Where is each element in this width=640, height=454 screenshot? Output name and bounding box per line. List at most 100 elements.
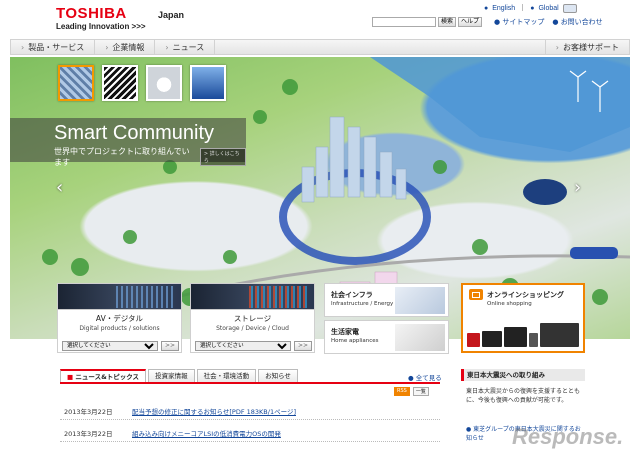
- shop-header: オンラインショッピング: [463, 285, 583, 300]
- tab-notices[interactable]: お知らせ: [258, 369, 298, 382]
- nav-item-company[interactable]: › 企業情報: [95, 40, 156, 54]
- news-title-link[interactable]: 配当予想の修正に関するお知らせ[PDF 183KB/1ページ]: [132, 406, 296, 416]
- global-link[interactable]: Global: [538, 5, 558, 12]
- carousel-thumb-3[interactable]: [146, 65, 182, 101]
- tab-label: ニュース&トピックス: [75, 373, 140, 381]
- category-select-row: 選択してください >>: [195, 341, 312, 351]
- nav-label: お客様サポート: [563, 42, 619, 52]
- chevron-right-icon: ›: [555, 42, 559, 52]
- news-date: 2013年3月22日: [64, 429, 113, 438]
- infra-image: [395, 287, 445, 314]
- news-title-link[interactable]: 組み込み向けメニーコアLSIの低消費電力OSの開発: [132, 428, 281, 438]
- nav-label: ニュース: [172, 42, 205, 52]
- hero-more-link[interactable]: > 詳しくはこちら: [199, 148, 246, 166]
- tab-label: お知らせ: [265, 372, 291, 380]
- news-feed-controls: RSS 一覧: [394, 387, 429, 396]
- category-banner: [191, 284, 314, 310]
- global-nav: › 製品・サービス › 企業情報 › ニュース › お客様サポート: [10, 39, 630, 55]
- cart-icon: [469, 289, 483, 300]
- shop-title: オンラインショッピング: [487, 290, 564, 299]
- nav-label: 企業情報: [112, 42, 145, 52]
- search-input[interactable]: [372, 17, 436, 27]
- separator: ｜: [519, 5, 527, 12]
- category-subtitle: Digital products / solutions: [79, 325, 160, 332]
- utility-links: ● サイトマップ ● お問い合わせ: [494, 17, 603, 27]
- category-select-row: 選択してください >>: [62, 341, 179, 351]
- news-item: 2013年3月22日 組み込み向けメニーコアLSIの低消費電力OSの開発: [60, 424, 440, 442]
- product-icon: [467, 333, 481, 347]
- carousel-thumbnails: [58, 65, 226, 101]
- category-home-appliances[interactable]: 生活家電 Home appliances: [324, 320, 449, 354]
- english-link[interactable]: English: [492, 5, 515, 12]
- category-title: ストレージ: [233, 314, 272, 323]
- language-switcher: ● English ｜ ● Global: [484, 3, 577, 13]
- site-header: TOSHIBA Leading Innovation >>> Japan ● E…: [0, 0, 640, 38]
- chevron-right-icon: ›: [105, 42, 109, 52]
- home-appliances-image: [395, 324, 445, 351]
- region-label: Japan: [158, 10, 185, 20]
- arrow-bullet-icon: ●: [552, 18, 561, 26]
- news-date: 2013年3月22日: [64, 407, 113, 416]
- category-infrastructure[interactable]: 社会インフラ Infrastructure / Energy: [324, 283, 449, 317]
- earthquake-section-text: 東日本大震災からの復興を支援するとともに、今後も復興への貢献が可能です。: [466, 388, 581, 404]
- hero-subtitle-row: 世界中でプロジェクトに取り組んでいます > 詳しくはこちら: [54, 146, 246, 168]
- nav-item-news[interactable]: › ニュース: [155, 40, 216, 54]
- av-banner-image: [116, 286, 176, 308]
- contact-label: お問い合わせ: [560, 18, 603, 26]
- nav-item-support[interactable]: › お客様サポート: [544, 40, 629, 54]
- sitemap-link[interactable]: ● サイトマップ: [494, 17, 544, 27]
- category-av-digital[interactable]: AV・デジタル Digital products / solutions 選択し…: [57, 283, 182, 353]
- shop-products-image: [467, 313, 579, 347]
- category-storage[interactable]: ストレージ Storage / Device / Cloud 選択してください …: [190, 283, 315, 353]
- product-icon: [528, 333, 539, 347]
- carousel-prev-icon[interactable]: ‹: [56, 177, 63, 198]
- storage-category-select[interactable]: 選択してください: [195, 341, 291, 351]
- tab-label: 投資家情報: [155, 372, 188, 380]
- arrow-bullet-icon: ●: [408, 374, 416, 382]
- toshiba-logo[interactable]: TOSHIBA Leading Innovation >>>: [56, 5, 146, 31]
- hero-caption: Smart Community 世界中でプロジェクトに取り組んでいます > 詳し…: [10, 118, 246, 167]
- carousel-thumb-2[interactable]: [102, 65, 138, 101]
- product-icon: [482, 331, 502, 347]
- news-tabs: ■ ニュース&トピックス 投資家情報 社会・環境活動 お知らせ: [60, 369, 298, 382]
- brand-tagline: Leading Innovation >>>: [56, 22, 146, 31]
- av-go-button[interactable]: >>: [161, 341, 179, 351]
- carousel-next-icon[interactable]: ›: [574, 177, 581, 198]
- list-button[interactable]: 一覧: [412, 387, 429, 396]
- tab-investors[interactable]: 投資家情報: [148, 369, 195, 382]
- news-divider: [60, 382, 440, 384]
- nav-item-products[interactable]: › 製品・サービス: [11, 40, 96, 54]
- product-icon: [503, 327, 527, 347]
- search-button[interactable]: 検索: [438, 17, 457, 27]
- help-button[interactable]: ヘルプ: [458, 17, 483, 27]
- arrow-bullet-icon: ●: [484, 4, 489, 12]
- storage-go-button[interactable]: >>: [294, 341, 312, 351]
- category-banner: [58, 284, 181, 310]
- tab-label: 社会・環境活動: [203, 372, 250, 380]
- globe-icon[interactable]: [562, 3, 577, 13]
- chevron-right-icon: ›: [21, 42, 25, 52]
- product-icon: [540, 323, 579, 347]
- response-watermark: Response.: [512, 424, 624, 449]
- av-category-select[interactable]: 選択してください: [62, 341, 158, 351]
- tab-news-topics[interactable]: ■ ニュース&トピックス: [60, 369, 147, 382]
- category-subtitle: Storage / Device / Cloud: [216, 325, 289, 332]
- carousel-thumb-smart-community[interactable]: [58, 65, 94, 101]
- shop-subtitle: Online shopping: [487, 301, 532, 307]
- sitemap-label: サイトマップ: [502, 18, 545, 26]
- category-title: AV・デジタル: [95, 314, 144, 323]
- all-news-link[interactable]: ● 全て見る: [408, 372, 442, 382]
- brand-name[interactable]: TOSHIBA: [56, 5, 146, 22]
- nav-label: 製品・サービス: [28, 42, 85, 52]
- earthquake-section-title: 東日本大震災への取り組み: [461, 369, 585, 381]
- news-item: 2013年3月22日 配当予想の修正に関するお知らせ[PDF 183KB/1ペー…: [60, 402, 440, 420]
- carousel-thumb-4[interactable]: [190, 65, 226, 101]
- search-bar: 検索 ヘルプ: [372, 17, 483, 27]
- chevron-right-icon: ›: [165, 42, 169, 52]
- category-online-shopping[interactable]: オンラインショッピング Online shopping: [461, 283, 585, 353]
- contact-link[interactable]: ● お問い合わせ: [552, 17, 602, 27]
- rss-icon[interactable]: RSS: [394, 387, 410, 396]
- hero-subtitle: 世界中でプロジェクトに取り組んでいます: [54, 147, 190, 167]
- tab-csr[interactable]: 社会・環境活動: [196, 369, 257, 382]
- arrow-bullet-icon: ●: [530, 4, 535, 12]
